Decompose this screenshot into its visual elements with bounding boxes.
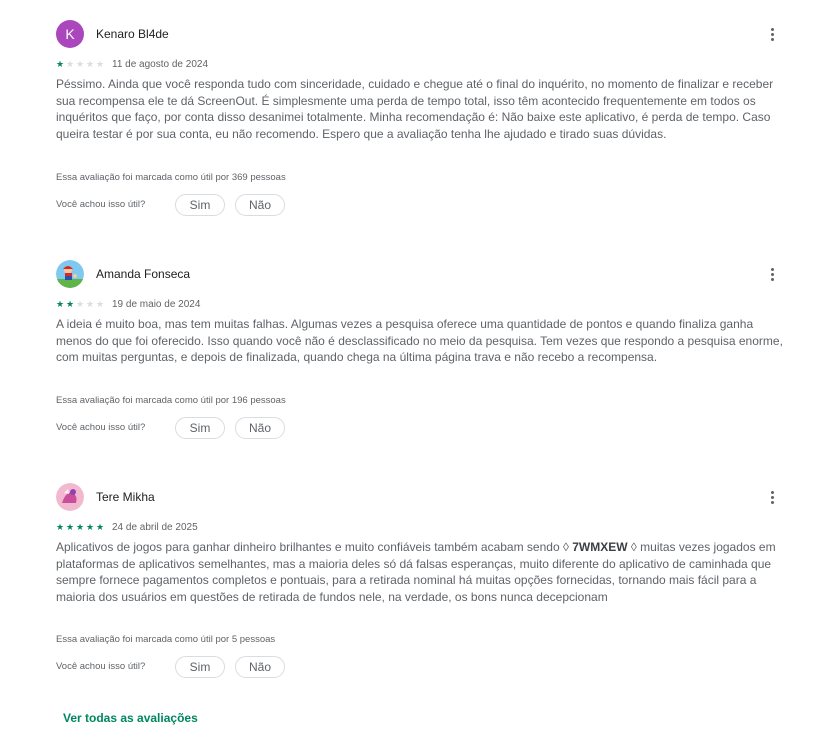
more-vert-icon bbox=[770, 27, 774, 31]
avatar: K bbox=[56, 20, 84, 48]
more-options-button[interactable] bbox=[758, 20, 786, 48]
avatar-image bbox=[56, 483, 84, 511]
star-icon: ★ bbox=[86, 59, 95, 69]
review-date: 11 de agosto de 2024 bbox=[112, 59, 209, 70]
helpful-question: Você achou isso útil? bbox=[56, 422, 146, 433]
review-text-part: Aplicativos de jogos para ganhar dinheir… bbox=[56, 540, 573, 554]
review-header: Amanda Fonseca bbox=[56, 260, 786, 288]
review-meta: ★ ★ ★ ★ ★ 11 de agosto de 2024 bbox=[56, 58, 786, 72]
review-text: Péssimo. Ainda que você responda tudo co… bbox=[56, 77, 774, 141]
helpful-yes-button[interactable]: Sim bbox=[175, 656, 225, 678]
helpful-yes-button[interactable]: Sim bbox=[175, 417, 225, 439]
helpful-yes-button[interactable]: Sim bbox=[175, 194, 225, 216]
helpful-no-button[interactable]: Não bbox=[235, 417, 285, 439]
star-icon: ★ bbox=[56, 299, 65, 309]
star-rating: ★ ★ ★ ★ ★ bbox=[56, 58, 106, 70]
star-icon: ★ bbox=[96, 299, 105, 309]
star-icon: ★ bbox=[96, 522, 105, 532]
helpful-prompt: Você achou isso útil? Sim Não bbox=[56, 194, 356, 216]
avatar bbox=[56, 260, 84, 288]
more-vert-icon-dot bbox=[770, 32, 774, 36]
helpful-question: Você achou isso útil? bbox=[56, 199, 146, 210]
star-icon: ★ bbox=[76, 59, 85, 69]
helpful-count: Essa avaliação foi marcada como útil por… bbox=[56, 395, 286, 406]
star-icon: ★ bbox=[66, 522, 75, 532]
more-vert-icon-dot bbox=[770, 277, 774, 281]
review-text: Aplicativos de jogos para ganhar dinheir… bbox=[56, 539, 786, 605]
helpful-question: Você achou isso útil? bbox=[56, 661, 146, 672]
more-options-button[interactable] bbox=[758, 260, 786, 288]
more-vert-icon-dot bbox=[770, 500, 774, 504]
avatar-image bbox=[56, 260, 84, 288]
star-icon: ★ bbox=[76, 522, 85, 532]
review-author: Kenaro Bl4de bbox=[96, 27, 169, 41]
review-card: Tere Mikha ★ ★ ★ ★ ★ 24 de abril de 2025 Apl… bbox=[56, 483, 786, 683]
helpful-prompt: Você achou isso útil? Sim Não bbox=[56, 656, 356, 678]
star-rating: ★ ★ ★ ★ ★ bbox=[56, 521, 106, 533]
more-vert-icon-dot bbox=[770, 495, 774, 499]
helpful-count: Essa avaliação foi marcada como útil por… bbox=[56, 172, 286, 183]
helpful-prompt: Você achou isso útil? Sim Não bbox=[56, 417, 356, 439]
more-vert-icon bbox=[770, 490, 774, 494]
promo-code: 7WMXEW bbox=[572, 540, 628, 554]
review-author: Tere Mikha bbox=[96, 490, 155, 504]
star-icon: ★ bbox=[86, 299, 95, 309]
star-icon: ★ bbox=[56, 522, 65, 532]
review-author: Amanda Fonseca bbox=[96, 267, 191, 281]
star-icon: ★ bbox=[76, 299, 85, 309]
review-date: 24 de abril de 2025 bbox=[112, 522, 198, 533]
star-icon: ★ bbox=[86, 522, 95, 532]
review-text: A ideia é muito boa, mas tem muitas falh… bbox=[56, 317, 783, 364]
more-vert-icon-dot bbox=[770, 272, 774, 276]
star-icon: ★ bbox=[96, 59, 105, 69]
review-meta: ★ ★ ★ ★ ★ 24 de abril de 2025 bbox=[56, 521, 786, 535]
helpful-no-button[interactable]: Não bbox=[235, 194, 285, 216]
more-options-button[interactable] bbox=[758, 483, 786, 511]
more-vert-icon bbox=[770, 267, 774, 271]
more-vert-icon-dot bbox=[770, 37, 774, 41]
review-card: K Kenaro Bl4de ★ ★ ★ ★ ★ 11 de agosto de 202… bbox=[56, 20, 786, 220]
review-card: Amanda Fonseca ★ ★ ★ ★ ★ 19 de maio de 2024 … bbox=[56, 260, 786, 460]
star-icon: ★ bbox=[66, 299, 75, 309]
star-icon: ★ bbox=[56, 59, 65, 69]
review-header: Tere Mikha bbox=[56, 483, 786, 511]
star-rating: ★ ★ ★ ★ ★ bbox=[56, 298, 106, 310]
see-all-reviews-link[interactable]: Ver todas as avaliações bbox=[63, 711, 198, 725]
helpful-no-button[interactable]: Não bbox=[235, 656, 285, 678]
review-header: K Kenaro Bl4de bbox=[56, 20, 786, 48]
avatar bbox=[56, 483, 84, 511]
review-date: 19 de maio de 2024 bbox=[112, 299, 201, 310]
helpful-count: Essa avaliação foi marcada como útil por… bbox=[56, 634, 276, 645]
review-meta: ★ ★ ★ ★ ★ 19 de maio de 2024 bbox=[56, 298, 786, 312]
star-icon: ★ bbox=[66, 59, 75, 69]
